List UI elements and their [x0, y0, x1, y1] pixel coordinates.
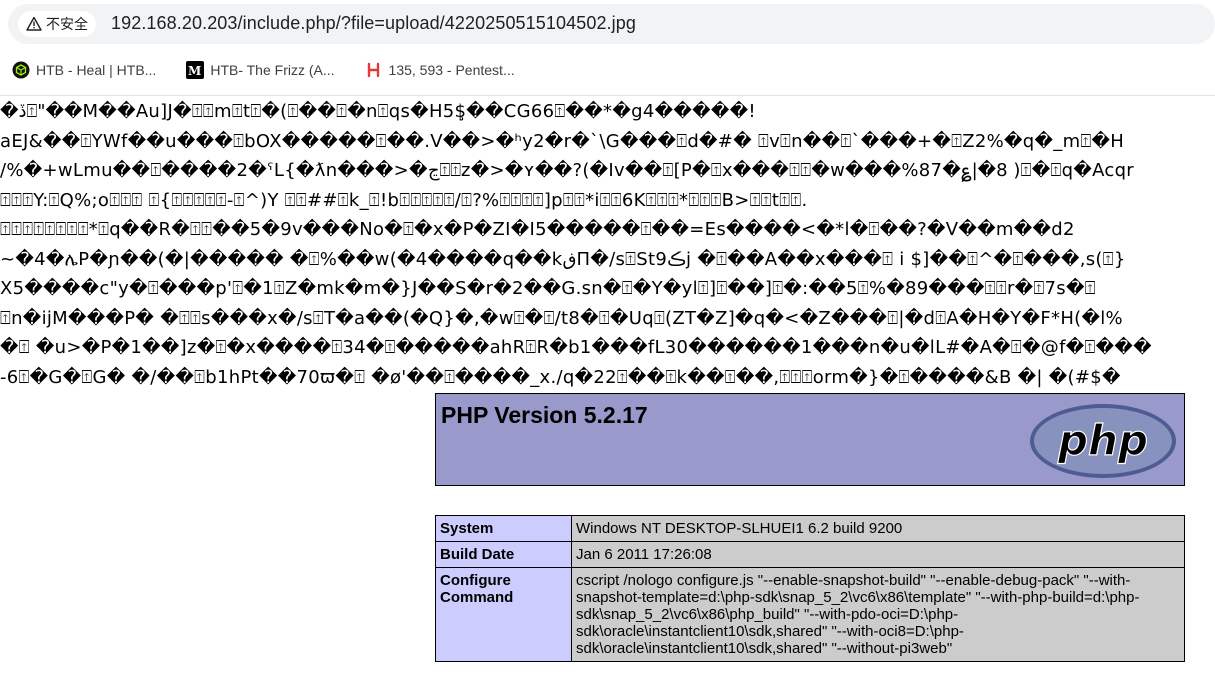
bookmark-label: 135, 593 - Pentest...	[388, 62, 515, 78]
warning-triangle-icon	[26, 16, 42, 31]
php-logo-text: php	[1057, 416, 1148, 465]
garbage-line: ⍐n�ijM���P� �⍐⍐s���x�/s⍐T�a��(�Q}�,�w⍐�⍐…	[0, 307, 1123, 329]
svg-text:M: M	[188, 64, 201, 78]
garbage-line: ⍐⍐⍐Y:⍐Q%;o⍐⍐⍐ ⍐{⍐⍐⍐⍐⍐-⍐^)Y ⍐⍐##⍐k_⍐!b⍐⍐⍐…	[0, 189, 808, 211]
bookmark-label: HTB - Heal | HTB...	[36, 62, 157, 78]
garbage-line: aEJ&��⍐YWf��u���⍐bOX�����⍐��.V��>�ʰy2�r�…	[0, 130, 1125, 152]
bookmark-htb-heal[interactable]: HTB - Heal | HTB...	[12, 61, 156, 79]
phpinfo-header: PHP Version 5.2.17 php	[435, 393, 1185, 486]
garbage-line: X5����c"y�⍐���p'⍐�1⍐Z�mk�m�}J��S�r�2��G.…	[0, 278, 1096, 299]
table-row: System Windows NT DESKTOP-SLHUEI1 6.2 bu…	[435, 515, 1185, 542]
url-text[interactable]: 192.168.20.203/include.php/?file=upload/…	[111, 13, 636, 34]
bookmark-htb-frizz[interactable]: M HTB- The Frizz (A...	[186, 61, 335, 79]
medium-logo-icon: M	[186, 61, 205, 79]
garbage-line: �ڏ⍐"��M��Au]J�⍐⍐m⍐t⍐�(⍐��⍐�n⍐qs�H5$̧��CG…	[0, 101, 756, 122]
table-row: Configure Command cscript /nologo config…	[435, 567, 1185, 662]
phpinfo-section: PHP Version 5.2.17 php System Windows NT…	[435, 393, 1185, 662]
hacktricks-icon	[365, 61, 383, 79]
binary-output-text: �ڏ⍐"��M��Au]J�⍐⍐m⍐t⍐�(⍐��⍐�n⍐qs�H5$̧��CG…	[0, 97, 1215, 392]
address-bar[interactable]: 不安全 192.168.20.203/include.php/?file=upl…	[8, 4, 1215, 44]
row-key: Build Date	[435, 541, 572, 568]
row-value: cscript /nologo configure.js "--enable-s…	[571, 567, 1185, 662]
php-version-title: PHP Version 5.2.17	[441, 402, 648, 428]
security-indicator[interactable]: 不安全	[18, 11, 96, 37]
garbage-line: �⍐ �u>�P�1��]z�⍐�x����⍐34�⍐�����ahR⍐R�b1…	[0, 337, 1152, 358]
bookmark-pentest[interactable]: 135, 593 - Pentest...	[365, 61, 515, 79]
garbage-line: ~�4�ሌP�ɲ��(�|����� �⍐%��w(�4����q��kڧΠ�/…	[0, 248, 1126, 270]
browser-chrome: 不安全 192.168.20.203/include.php/?file=upl…	[0, 0, 1215, 96]
row-key: System	[435, 515, 572, 542]
garbage-line: -6⍐�G�⍐G� �/��⍐b1hPt��70ϖ�⍐ �ø'��⍐����_x…	[0, 366, 1121, 388]
php-logo-icon[interactable]: php	[1028, 402, 1178, 480]
htb-cube-icon	[12, 61, 30, 79]
row-value: Jan 6 2011 17:26:08	[571, 541, 1185, 568]
row-key: Configure Command	[435, 567, 572, 662]
phpinfo-table: System Windows NT DESKTOP-SLHUEI1 6.2 bu…	[435, 515, 1185, 662]
garbage-line: /%�+wLmu��⍐����2�ˁL{�ƛn���>�ڃ⍐⍐z�>�ʏ��?(…	[0, 160, 1134, 181]
bookmarks-bar: HTB - Heal | HTB... M HTB- The Frizz (A.…	[0, 52, 533, 88]
table-row: Build Date Jan 6 2011 17:26:08	[435, 541, 1185, 568]
security-label: 不安全	[46, 17, 88, 33]
row-value: Windows NT DESKTOP-SLHUEI1 6.2 build 920…	[571, 515, 1185, 542]
bookmark-label: HTB- The Frizz (A...	[210, 62, 335, 78]
garbage-line: ⍐⍐⍐⍐⍐⍐⍐⍐*⍐q��R�⍐⍐��5�9v���No�⍐�x�P�ZI�I5…	[0, 219, 1075, 240]
